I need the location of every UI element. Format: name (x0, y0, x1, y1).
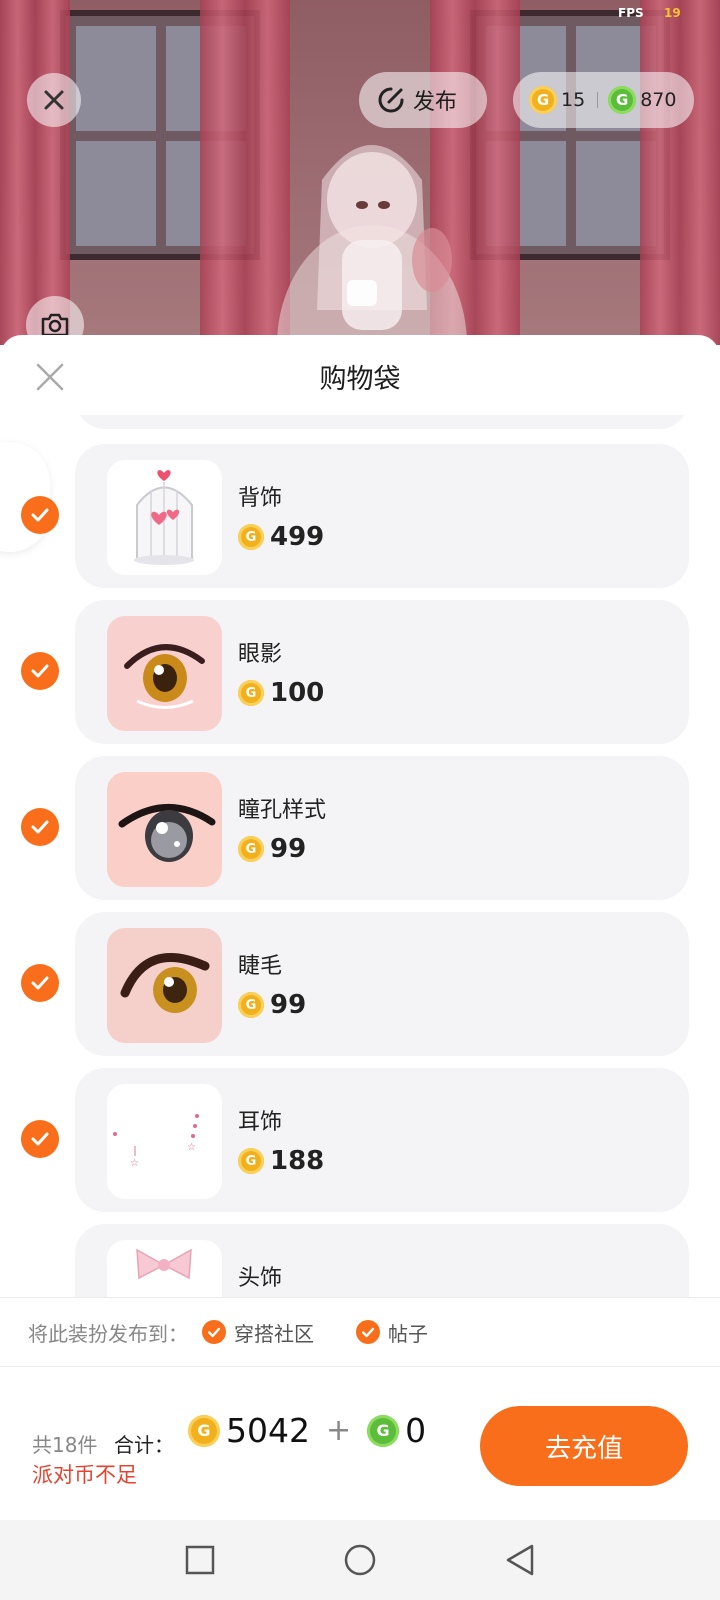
total-label: 合计： (114, 1433, 174, 1457)
item-select-checkbox[interactable] (21, 1120, 59, 1158)
gold-coin-balance: 15 (561, 89, 586, 111)
triangle-back-icon (506, 1544, 534, 1576)
item-select-checkbox[interactable] (21, 652, 59, 690)
svg-text:☆: ☆ (187, 1142, 196, 1153)
curtain (0, 0, 70, 345)
cart-item-card[interactable]: 背饰 G 499 (75, 444, 689, 588)
plus-sign: + (325, 1413, 352, 1448)
cart-item-list[interactable]: 背饰 G 499 眼影 G 100 瞳孔样式 G 99 睫毛 G 99 ☆ ☆ … (0, 415, 720, 1297)
cart-item-card[interactable] (75, 415, 689, 429)
square-icon (185, 1545, 215, 1575)
cart-item-card[interactable]: 瞳孔样式 G 99 (75, 756, 689, 900)
item-select-checkbox[interactable] (21, 964, 59, 1002)
item-name: 睫毛 (238, 954, 283, 979)
publish-option-label: 穿搭社区 (234, 1321, 314, 1346)
item-thumbnail (107, 772, 222, 887)
publish-option-label: 帖子 (388, 1321, 428, 1346)
green-coin-icon: G (608, 86, 637, 114)
item-price-row: G 99 (238, 834, 306, 864)
fps-label: FPS (618, 6, 644, 20)
eyeshadow-icon (124, 644, 205, 709)
check-icon (202, 1320, 226, 1344)
item-name: 瞳孔样式 (238, 798, 327, 823)
earring-icon: ☆ ☆ (113, 1114, 199, 1169)
check-icon (31, 664, 49, 678)
green-total: 0 (405, 1411, 427, 1450)
check-icon (31, 976, 49, 990)
divider (597, 92, 599, 108)
item-price-row: G 99 (238, 990, 306, 1020)
publish-option-outfit-community[interactable]: 穿搭社区 (202, 1318, 314, 1347)
item-price-row: G 499 (238, 522, 324, 552)
game-scene: FPS 19 发布 G 15 G 870 (0, 0, 720, 345)
back-button[interactable] (500, 1540, 540, 1580)
eyelash-icon (120, 953, 210, 1013)
item-price: 100 (270, 678, 325, 708)
curtain (640, 0, 720, 345)
publish-label: 发布 (413, 90, 458, 115)
green-coin-icon: G (367, 1414, 400, 1447)
pupil-icon (118, 804, 216, 862)
item-price: 188 (270, 1146, 325, 1176)
item-name: 耳饰 (238, 1110, 283, 1135)
bow-icon (136, 1248, 192, 1280)
circle-icon (344, 1544, 376, 1576)
item-thumbnail (107, 1240, 222, 1297)
insufficient-funds-warning: 派对币不足 (32, 1463, 137, 1487)
check-icon (31, 1132, 49, 1146)
item-thumbnail (107, 616, 222, 731)
check-icon (31, 820, 49, 834)
cart-item-card[interactable]: ☆ ☆ 耳饰 G 188 (75, 1068, 689, 1212)
item-price-row: G 188 (238, 1146, 324, 1176)
gold-coin-icon: G (529, 86, 557, 114)
item-name: 眼影 (238, 642, 283, 667)
birdcage-icon (134, 470, 194, 565)
gold-coin-icon: G (238, 680, 264, 706)
item-select-checkbox[interactable] (21, 808, 59, 846)
cart-item-card[interactable]: 眼影 G 100 (75, 600, 689, 744)
checkout-bar: 共18件 合计： G 5042 + G 0 派对币不足 去充值 (0, 1367, 720, 1519)
sheet-title: 购物袋 (319, 364, 401, 395)
gold-coin-icon: G (238, 836, 264, 862)
svg-text:☆: ☆ (130, 1158, 139, 1169)
publish-icon (378, 87, 404, 113)
fps-value: 19 (664, 6, 681, 20)
item-price: 99 (270, 834, 307, 864)
gold-coin-icon: G (238, 992, 264, 1018)
gold-coin-icon: G (188, 1414, 220, 1447)
recent-apps-button[interactable] (180, 1540, 220, 1580)
gold-coin-icon: G (238, 1148, 264, 1174)
green-coin-balance: 870 (640, 89, 677, 111)
gold-total: 5042 (226, 1411, 310, 1450)
item-thumbnail (107, 928, 222, 1043)
recharge-button[interactable]: 去充值 (480, 1406, 688, 1486)
avatar-character (277, 145, 467, 345)
close-scene-button[interactable] (27, 73, 81, 127)
check-icon (356, 1320, 380, 1344)
cart-item-card[interactable]: 睫毛 G 99 (75, 912, 689, 1056)
shopping-bag-sheet: 购物袋 背饰 G 499 眼影 G 100 瞳孔样式 G 99 睫毛 G 99 … (0, 335, 720, 1600)
publish-to-row: 将此装扮发布到： 穿搭社区 帖子 (0, 1297, 720, 1367)
system-navigation-bar (0, 1520, 720, 1600)
item-name: 背饰 (238, 486, 283, 511)
item-price: 99 (270, 990, 307, 1020)
item-thumbnail: ☆ ☆ (107, 1084, 222, 1199)
check-icon (31, 508, 49, 522)
sheet-header: 购物袋 (0, 335, 720, 415)
publish-to-label: 将此装扮发布到： (28, 1321, 188, 1346)
item-price-row: G 100 (238, 678, 324, 708)
item-name: 头饰 (238, 1266, 283, 1291)
item-thumbnail (107, 460, 222, 575)
gold-coin-icon: G (238, 524, 264, 550)
currency-balance[interactable]: G 15 G 870 (513, 72, 694, 128)
publish-option-post[interactable]: 帖子 (356, 1318, 428, 1347)
item-select-checkbox[interactable] (21, 496, 59, 534)
item-count: 共18件 (32, 1433, 98, 1457)
item-price: 499 (270, 522, 325, 552)
close-icon (44, 90, 64, 110)
cart-item-card[interactable]: 头饰 (75, 1224, 689, 1297)
total-amount: G 5042 + G 0 (188, 1411, 426, 1450)
home-button[interactable] (340, 1540, 380, 1580)
publish-button[interactable]: 发布 (359, 72, 487, 128)
